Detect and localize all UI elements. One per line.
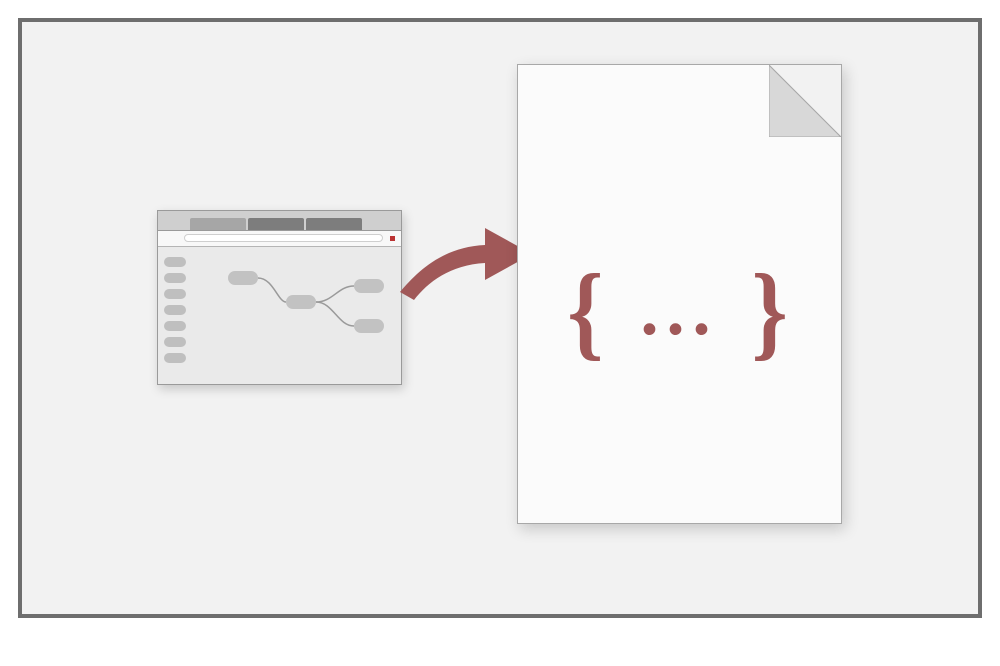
arrow-right-icon [392, 222, 537, 322]
page-fold-icon [769, 65, 841, 137]
address-field [184, 234, 383, 242]
address-bar [158, 231, 401, 247]
brace-left: { [567, 258, 607, 364]
browser-body [158, 247, 401, 384]
browser-window-icon [157, 210, 402, 385]
browser-tab [190, 218, 246, 230]
document-icon: { ... } [517, 64, 842, 524]
brace-right: } [752, 258, 792, 364]
diagram-frame: { ... } [18, 18, 982, 618]
browser-tab [248, 218, 304, 230]
browser-tab [306, 218, 362, 230]
browser-tabs [158, 211, 401, 231]
json-braces-icon: { ... } [518, 265, 841, 357]
ellipsis: ... [635, 270, 725, 350]
